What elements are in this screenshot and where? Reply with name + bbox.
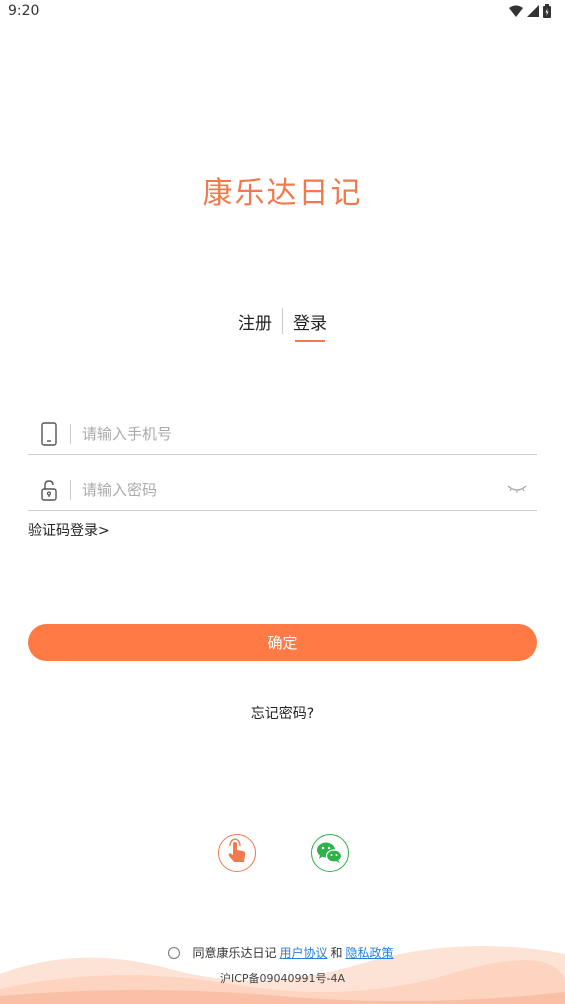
phone-icon (41, 422, 57, 446)
agreement-row: 同意康乐达日记 用户协议 和 隐私政策 (0, 944, 565, 961)
touch-hand-icon (228, 838, 246, 862)
password-field (28, 470, 537, 511)
status-time: 9:20 (8, 3, 40, 19)
sms-login-link[interactable]: 验证码登录> (28, 520, 110, 540)
tab-login[interactable]: 登录 (283, 309, 337, 342)
field-divider (70, 424, 71, 444)
tab-register[interactable]: 注册 (228, 309, 282, 334)
forgot-password-link[interactable]: 忘记密码? (0, 703, 565, 723)
lock-icon (41, 480, 57, 501)
eye-closed-icon[interactable] (507, 482, 527, 496)
wechat-login-button[interactable] (311, 834, 349, 872)
privacy-policy-link[interactable]: 隐私政策 (346, 944, 394, 961)
status-icons (509, 4, 551, 18)
password-input[interactable] (80, 476, 484, 504)
agree-radio[interactable] (168, 946, 181, 959)
signal-icon (527, 5, 539, 17)
confirm-button[interactable]: 确定 (28, 624, 537, 661)
battery-icon (543, 4, 551, 18)
agreement-conjunction: 和 (330, 946, 343, 960)
phone-field (28, 414, 537, 455)
status-bar: 9:20 (0, 0, 565, 24)
wifi-icon (509, 5, 523, 17)
app-title: 康乐达日记 (202, 176, 363, 211)
field-divider (70, 480, 71, 500)
user-agreement-link[interactable]: 用户协议 (279, 944, 327, 961)
icp-number: 沪ICP备09040991号-4A (219, 972, 346, 985)
agreement-prefix: 同意康乐达日记 (192, 946, 277, 960)
wechat-icon (317, 842, 343, 863)
auth-tabs: 注册 登录 (0, 308, 565, 342)
phone-input[interactable] (80, 420, 484, 448)
touch-login-button[interactable] (218, 834, 256, 872)
